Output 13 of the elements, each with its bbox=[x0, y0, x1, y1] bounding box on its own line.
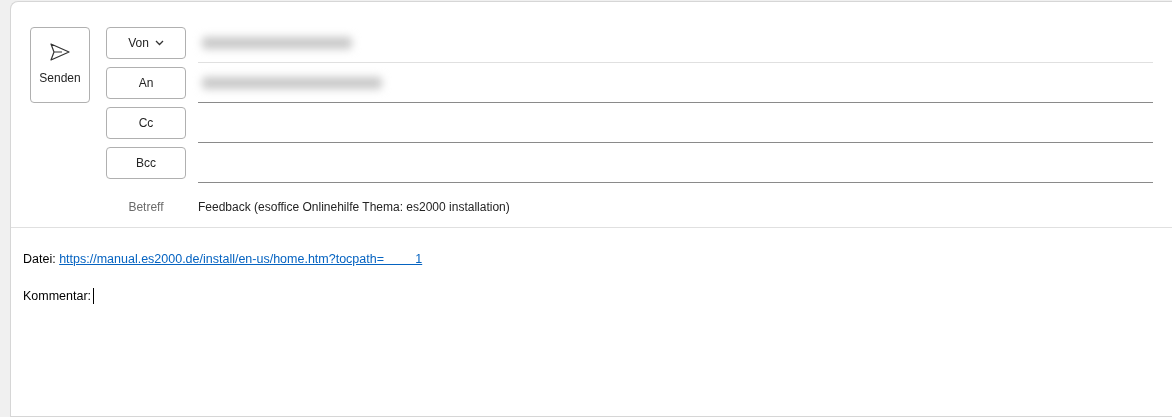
recipient-button[interactable]: Cc bbox=[106, 107, 186, 139]
send-icon bbox=[50, 43, 70, 61]
subject-label: Betreff bbox=[127, 199, 165, 216]
recipient-button[interactable]: An bbox=[106, 67, 186, 99]
send-button[interactable]: Senden bbox=[30, 27, 90, 103]
chevron-down-icon bbox=[154, 40, 164, 46]
recipient-button[interactable]: Bcc bbox=[106, 147, 186, 179]
file-label: Datei: bbox=[23, 252, 56, 266]
comment-label: Kommentar: bbox=[23, 288, 92, 303]
subject-field[interactable]: Feedback (esoffice Onlinehilfe Thema: es2000 installation) bbox=[198, 198, 510, 216]
topic-link[interactable]: https://manual.es2000.de/install/en-us/home.htm?tocpath= 1 bbox=[59, 252, 423, 266]
from-dropdown[interactable]: Von bbox=[106, 27, 186, 59]
text-cursor bbox=[93, 288, 95, 305]
